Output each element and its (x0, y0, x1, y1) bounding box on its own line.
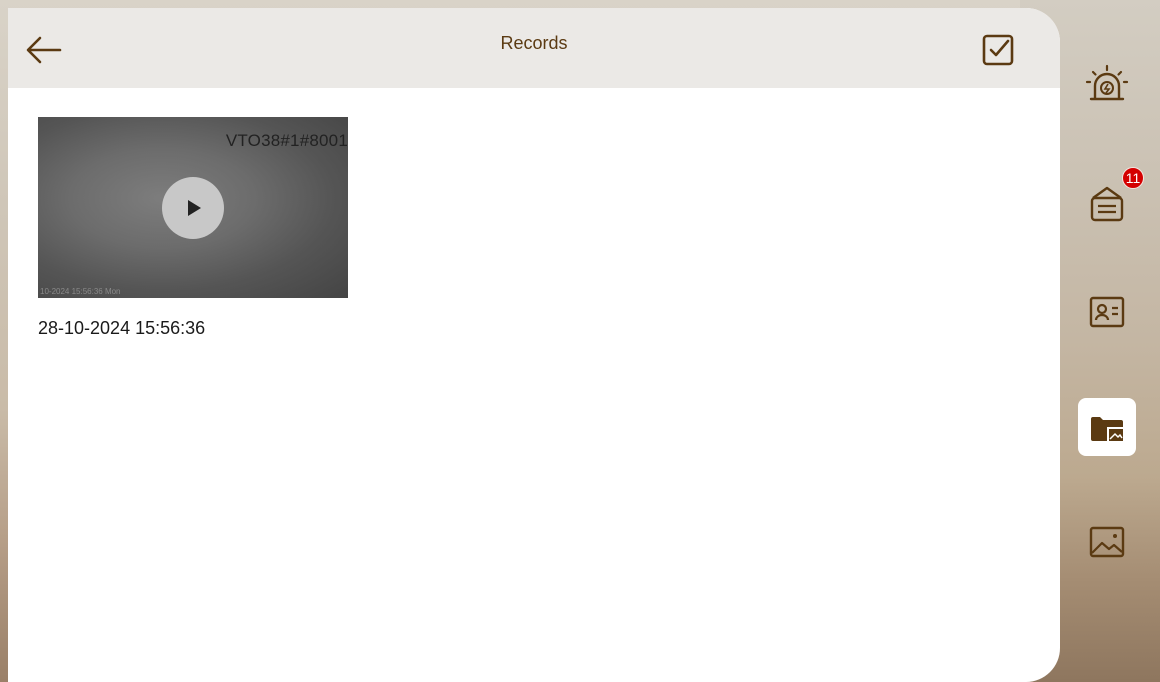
arrow-left-icon (26, 36, 62, 64)
record-datetime: 28-10-2024 15:56:36 (38, 318, 206, 338)
records-panel: Records VTO38#1#8001 10-2024 15:56:36 Mo… (8, 8, 1060, 682)
checkbox-checked-icon (982, 34, 1014, 66)
unread-badge: 11 (1122, 167, 1144, 189)
video-timestamp-overlay: 10-2024 15:56:36 Mon (40, 287, 121, 296)
select-mode-button[interactable] (978, 30, 1018, 70)
alarm-light-icon (1085, 64, 1129, 101)
picture-icon (1089, 526, 1125, 558)
nav-item-alarm[interactable] (1078, 55, 1136, 113)
nav-item-records[interactable] (1078, 398, 1136, 456)
nav-item-messages[interactable]: 11 (1078, 167, 1144, 233)
side-navigation: 11 (1070, 0, 1160, 682)
notice-board-icon (1090, 186, 1124, 222)
header-bar (8, 8, 1060, 88)
back-button[interactable] (22, 30, 66, 70)
nav-item-contacts[interactable] (1078, 283, 1136, 341)
video-records-icon (1091, 417, 1123, 441)
record-item[interactable]: VTO38#1#8001 10-2024 15:56:36 Mon 28-10-… (38, 117, 350, 339)
video-thumbnail[interactable]: VTO38#1#8001 10-2024 15:56:36 Mon (38, 117, 348, 298)
camera-label: VTO38#1#8001 (225, 131, 348, 150)
contact-card-icon (1089, 296, 1125, 328)
nav-item-pictures[interactable] (1078, 513, 1136, 571)
play-button[interactable] (162, 177, 224, 239)
play-icon (188, 200, 201, 216)
